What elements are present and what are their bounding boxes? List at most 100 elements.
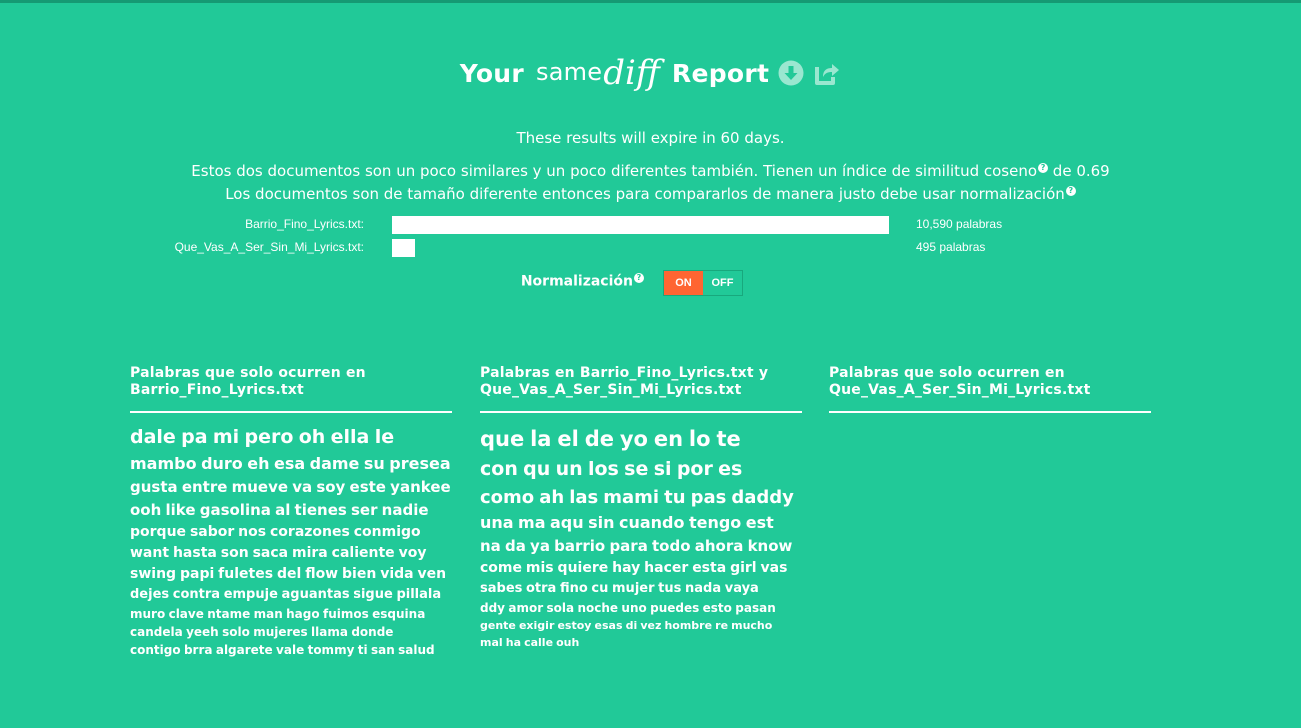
cloud-word[interactable]: una — [480, 513, 514, 532]
cloud-word[interactable]: esa — [274, 454, 305, 473]
cloud-word[interactable]: mami — [603, 487, 659, 508]
cloud-word[interactable]: mucho — [731, 619, 772, 632]
cloud-word[interactable]: esta — [692, 560, 726, 576]
cloud-word[interactable]: est — [746, 513, 774, 532]
cloud-word[interactable]: voy — [399, 545, 427, 561]
cloud-word[interactable]: barrio — [554, 537, 605, 555]
cloud-word[interactable]: ntame — [207, 607, 250, 621]
cloud-word[interactable]: eh — [247, 454, 269, 473]
cloud-word[interactable]: tienes — [295, 501, 347, 519]
cloud-word[interactable]: ouh — [556, 636, 579, 649]
normalization-toggle[interactable]: ON OFF — [663, 270, 743, 296]
cloud-word[interactable]: dale — [130, 426, 176, 448]
cloud-word[interactable]: llama — [311, 625, 348, 639]
cloud-word[interactable]: oh — [299, 426, 326, 448]
cloud-word[interactable]: ooh — [130, 501, 161, 519]
cloud-word[interactable]: pero — [245, 426, 294, 448]
cloud-word[interactable]: sin — [588, 513, 614, 532]
cloud-word[interactable]: conmigo — [354, 524, 421, 540]
cloud-word[interactable]: exigir — [519, 619, 554, 632]
cloud-word[interactable]: en — [654, 427, 683, 451]
cloud-word[interactable]: mambo — [130, 454, 197, 473]
cloud-word[interactable]: tu — [664, 487, 685, 508]
cloud-word[interactable]: el — [557, 427, 578, 451]
cloud-word[interactable]: pa — [181, 426, 207, 448]
cloud-word[interactable]: este — [350, 478, 386, 496]
cloud-word[interactable]: mujer — [612, 581, 655, 596]
cloud-word[interactable]: san — [371, 643, 395, 657]
cloud-word[interactable]: ah — [539, 487, 564, 508]
cloud-word[interactable]: algarete — [216, 643, 273, 657]
cloud-word[interactable]: flow — [305, 566, 338, 582]
cloud-word[interactable]: te — [716, 427, 740, 451]
help-icon-normalization[interactable]: ? — [634, 273, 644, 283]
cloud-word[interactable]: tengo — [689, 513, 741, 532]
cloud-word[interactable]: ser — [351, 501, 378, 519]
cloud-word[interactable]: son — [221, 545, 249, 561]
cloud-word[interactable]: bien — [342, 566, 376, 582]
cloud-word[interactable]: quiere — [558, 560, 609, 576]
cloud-word[interactable]: hasta — [173, 545, 217, 561]
cloud-word[interactable]: los — [588, 458, 619, 480]
cloud-word[interactable]: calle — [524, 636, 553, 649]
cloud-word[interactable]: di — [626, 619, 638, 632]
cloud-word[interactable]: saca — [253, 545, 289, 561]
cloud-word[interactable]: mis — [526, 560, 554, 576]
cloud-word[interactable]: tus — [658, 581, 681, 596]
cloud-word[interactable]: la — [530, 427, 551, 451]
cloud-word[interactable]: esas — [595, 619, 623, 632]
cloud-word[interactable]: todo — [652, 537, 691, 555]
cloud-word[interactable]: dejes — [130, 587, 169, 602]
cloud-word[interactable]: man — [254, 607, 283, 621]
cloud-word[interactable]: soy — [316, 478, 345, 496]
cloud-word[interactable]: muro — [130, 607, 165, 621]
cloud-word[interactable]: noche — [577, 601, 618, 615]
cloud-word[interactable]: presea — [389, 454, 450, 473]
cloud-word[interactable]: esto — [703, 601, 732, 615]
cloud-word[interactable]: se — [624, 458, 648, 480]
cloud-word[interactable]: gente — [480, 619, 516, 632]
cloud-word[interactable]: vez — [640, 619, 661, 632]
cloud-word[interactable]: yeeh — [186, 625, 219, 639]
normalization-off-button[interactable]: OFF — [703, 271, 742, 295]
cloud-word[interactable]: re — [715, 619, 728, 632]
cloud-word[interactable]: come — [480, 560, 522, 576]
cloud-word[interactable]: pillala — [396, 587, 441, 602]
cloud-word[interactable]: mueve — [232, 478, 288, 496]
cloud-word[interactable]: yankee — [390, 478, 451, 496]
cloud-word[interactable]: gasolina — [200, 501, 271, 519]
cloud-word[interactable]: lo — [689, 427, 711, 451]
cloud-word[interactable]: fuletes — [218, 566, 273, 582]
help-icon-normalization-advice[interactable]: ? — [1065, 186, 1076, 196]
cloud-word[interactable]: aqu — [550, 513, 584, 532]
cloud-word[interactable]: hombre — [664, 619, 712, 632]
cloud-word[interactable]: mi — [213, 426, 239, 448]
cloud-word[interactable]: otra — [526, 581, 556, 596]
cloud-word[interactable]: va — [292, 478, 312, 496]
cloud-word[interactable]: papi — [180, 566, 214, 582]
download-icon[interactable] — [777, 59, 805, 87]
cloud-word[interactable]: vale — [276, 643, 304, 657]
cloud-word[interactable]: vas — [761, 560, 788, 576]
cloud-word[interactable]: ahora — [695, 537, 744, 555]
cloud-word[interactable]: hay — [612, 560, 640, 576]
cloud-word[interactable]: tommy — [308, 643, 355, 657]
cloud-word[interactable]: puedes — [650, 601, 699, 615]
cloud-word[interactable]: aguantas — [282, 587, 350, 602]
cloud-word[interactable]: brra — [184, 643, 213, 657]
cloud-word[interactable]: swing — [130, 566, 176, 582]
cloud-word[interactable]: vida — [380, 566, 413, 582]
cloud-word[interactable]: da — [505, 537, 526, 555]
cloud-word[interactable]: mal — [480, 636, 503, 649]
cloud-word[interactable]: es — [718, 458, 742, 480]
cloud-word[interactable]: ddy — [480, 601, 505, 615]
cloud-word[interactable]: pasan — [735, 601, 775, 615]
cloud-word[interactable]: candela — [130, 625, 183, 639]
cloud-word[interactable]: caliente — [332, 545, 395, 561]
cloud-word[interactable]: estoy — [557, 619, 591, 632]
cloud-word[interactable]: yo — [620, 427, 648, 451]
cloud-word[interactable]: hago — [286, 607, 319, 621]
cloud-word[interactable]: entre — [182, 478, 228, 496]
cloud-word[interactable]: su — [364, 454, 385, 473]
cloud-word[interactable]: ya — [530, 537, 550, 555]
